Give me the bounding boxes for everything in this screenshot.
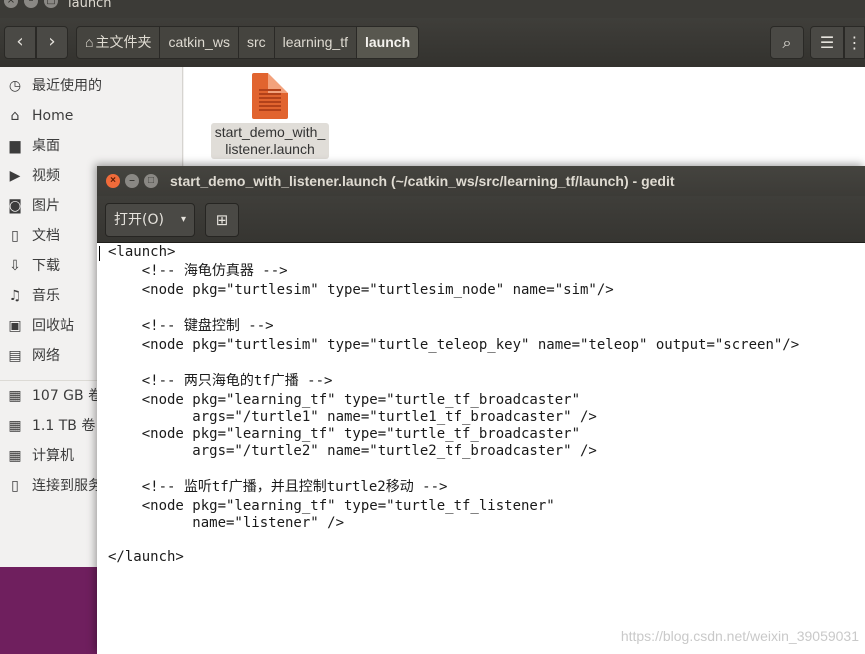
code-line: </launch> [108, 549, 184, 565]
sidebar-item-desktop[interactable]: ▆ 桌面 [0, 131, 183, 161]
download-icon: ⇩ [9, 258, 21, 274]
minimize-icon[interactable]: – [125, 174, 139, 188]
camera-icon: ◙ [8, 198, 22, 214]
breadcrumb-home[interactable]: ⌂ 主文件夹 [76, 26, 161, 59]
new-tab-button[interactable]: ⊞ [205, 203, 239, 237]
forward-button[interactable]: › [36, 26, 68, 59]
files-header-bar: ‹ › ⌂ 主文件夹 catkin_ws src learning_tf laun… [0, 18, 865, 67]
files-window-title: launch [68, 0, 112, 11]
network-icon: ▤ [8, 348, 22, 364]
minimize-icon[interactable]: – [24, 0, 38, 8]
home-icon: ⌂ [10, 108, 20, 124]
music-icon: ♫ [8, 288, 22, 304]
code-line: <!-- 监听tf广播，并且控制turtle2移动 --> [108, 479, 448, 495]
drive-icon: ▦ [8, 388, 22, 404]
code-line: name="listener" /> [108, 515, 345, 531]
document-icon: ▯ [11, 228, 19, 244]
code-line: args="/turtle1" name="turtle1_tf_broadca… [108, 409, 597, 425]
text-editor[interactable]: <launch> <!-- 海龟仿真器 --> <node pkg="turtl… [97, 244, 865, 654]
server-icon: ▯ [11, 478, 19, 494]
close-icon[interactable]: × [106, 174, 120, 188]
more-options-button[interactable]: ⋮ [844, 26, 865, 59]
code-line: <!-- 键盘控制 --> [108, 318, 274, 334]
text-cursor [99, 246, 100, 261]
computer-icon: ▦ [8, 448, 22, 464]
breadcrumb-src[interactable]: src [238, 26, 275, 59]
file-view: start_demo_with_ listener.launch [184, 67, 865, 167]
gedit-window-title: start_demo_with_listener.launch (~/catki… [170, 173, 675, 189]
trash-icon: ▣ [8, 318, 22, 334]
clock-icon: ◷ [8, 78, 22, 94]
breadcrumb: ⌂ 主文件夹 catkin_ws src learning_tf launch [76, 26, 420, 59]
code-line: <node pkg="learning_tf" type="turtle_tf_… [108, 426, 581, 442]
breadcrumb-launch[interactable]: launch [357, 26, 420, 59]
search-icon: ⌕ [782, 33, 792, 52]
back-button[interactable]: ‹ [4, 26, 36, 59]
files-titlebar: × – □ launch [0, 0, 865, 18]
code-line: <!-- 两只海龟的tf广播 --> [108, 373, 333, 389]
file-name: start_demo_with_ listener.launch [210, 123, 330, 159]
maximize-icon[interactable]: □ [144, 174, 158, 188]
breadcrumb-learning-tf[interactable]: learning_tf [274, 26, 357, 59]
gedit-titlebar: × – □ start_demo_with_listener.launch (~… [97, 166, 865, 196]
code-line: <!-- 海龟仿真器 --> [108, 263, 288, 279]
text-file-icon [252, 73, 288, 119]
sidebar-item-recent[interactable]: ◷ 最近使用的 [0, 71, 183, 101]
sidebar-item-home[interactable]: ⌂ Home [0, 101, 183, 131]
file-item[interactable]: start_demo_with_ listener.launch [204, 73, 336, 159]
code-line: <node pkg="learning_tf" type="turtle_tf_… [108, 392, 581, 408]
list-view-button[interactable]: ☰ [810, 26, 844, 59]
code-line: <node pkg="turtlesim" type="turtlesim_no… [108, 282, 614, 298]
list-view-icon: ☰ [819, 33, 835, 52]
gedit-toolbar: 打开(O) ▾ ⊞ [97, 196, 865, 243]
code-line: <node pkg="learning_tf" type="turtle_tf_… [108, 498, 555, 514]
breadcrumb-catkin-ws[interactable]: catkin_ws [160, 26, 239, 59]
code-line: <launch> [108, 244, 176, 260]
gedit-window: × – □ start_demo_with_listener.launch (~… [97, 166, 865, 654]
chevron-down-icon: ▾ [180, 214, 186, 225]
close-icon[interactable]: × [4, 0, 18, 8]
drive-icon: ▦ [8, 418, 22, 434]
folder-icon: ▆ [9, 138, 21, 154]
more-icon: ⋮ [846, 33, 863, 52]
search-button[interactable]: ⌕ [770, 26, 804, 59]
video-icon: ▶ [9, 168, 21, 184]
open-button[interactable]: 打开(O) ▾ [105, 203, 195, 237]
maximize-icon[interactable]: □ [44, 0, 58, 8]
watermark-text: https://blog.csdn.net/weixin_39059031 [620, 628, 859, 644]
code-line: <node pkg="turtlesim" type="turtle_teleo… [108, 337, 800, 353]
home-icon: ⌂ [85, 34, 94, 50]
new-document-icon: ⊞ [215, 211, 229, 229]
code-line: args="/turtle2" name="turtle2_tf_broadca… [108, 443, 597, 459]
